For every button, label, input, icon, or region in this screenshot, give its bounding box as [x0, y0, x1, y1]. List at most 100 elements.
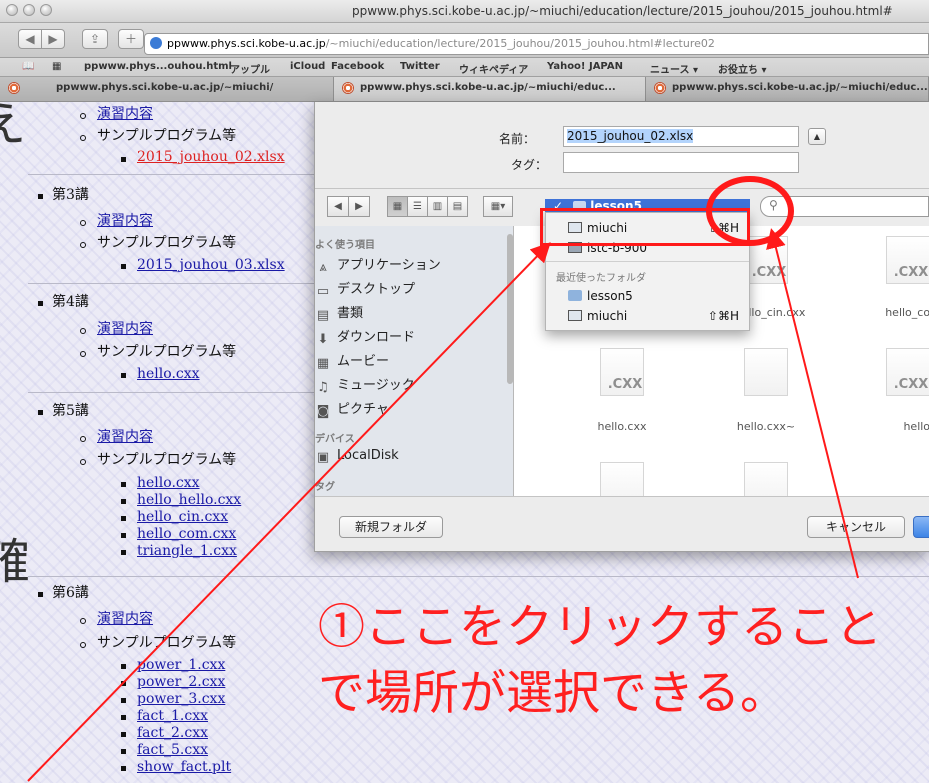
forward-button[interactable]: ▶ [41, 29, 65, 49]
file-label[interactable]: hello_com [863, 306, 929, 319]
divider [28, 174, 314, 175]
file-icon[interactable] [744, 348, 788, 396]
square-bullet [121, 749, 126, 754]
file-link[interactable]: triangle_1.cxx [137, 543, 237, 560]
annotation-text-line2: で場所が選択できる。 [318, 666, 788, 721]
column-view-button[interactable]: ▥ [427, 196, 448, 217]
divider [28, 283, 314, 284]
square-bullet [121, 533, 126, 538]
file-link[interactable]: power_1.cxx [137, 657, 225, 674]
bookmark-item[interactable]: アップル [230, 61, 270, 76]
top-sites-icon[interactable]: ▦ [52, 61, 61, 72]
circle-bullet [80, 113, 86, 119]
square-bullet [121, 499, 126, 504]
file-link[interactable]: hello_cin.cxx [137, 509, 228, 526]
circle-bullet [80, 618, 86, 624]
dialog-back-button[interactable]: ◀ [327, 196, 349, 217]
expand-dialog-button[interactable]: ▲ [808, 128, 826, 145]
divider [315, 188, 929, 189]
file-label[interactable]: hello.cxx [572, 420, 672, 433]
coverflow-view-button[interactable]: ▤ [447, 196, 468, 217]
file-icon[interactable]: .CXX [886, 236, 929, 284]
samples-label: サンプルプログラム等 [97, 235, 237, 251]
minimize-window-button[interactable] [23, 4, 35, 16]
filename-input[interactable]: 2015_jouhou_02.xlsx [563, 126, 799, 147]
bookmark-item[interactable]: iCloud [290, 61, 325, 72]
file-link[interactable]: hello_com.cxx [137, 526, 236, 543]
square-bullet [121, 715, 126, 720]
exercise-link[interactable]: 演習内容 [97, 106, 153, 123]
downloads-icon: ⬇ [317, 332, 329, 347]
file-icon[interactable] [744, 462, 788, 496]
new-folder-button[interactable]: 新規フォルダ [339, 516, 443, 538]
popup-recent-miuchi[interactable]: miuchi [568, 309, 627, 323]
dialog-forward-button[interactable]: ▶ [348, 196, 370, 217]
bookmark-item[interactable]: お役立ち ▾ [718, 61, 767, 76]
share-button[interactable]: ⇪ [82, 29, 108, 49]
bookmark-item[interactable]: Twitter [400, 61, 440, 72]
file-link[interactable]: fact_5.cxx [137, 742, 208, 759]
lecture-heading: 第4講 [52, 294, 89, 310]
tab-favicon-icon [8, 82, 20, 94]
lecture-heading: 第5講 [52, 403, 89, 419]
sidebar-item-pictures[interactable]: ◙ ピクチャ [315, 398, 389, 419]
file-link[interactable]: hello.cxx [137, 475, 200, 492]
square-bullet [121, 482, 126, 487]
bookmark-item[interactable]: ウィキペディア [459, 61, 528, 76]
file-link[interactable]: fact_1.cxx [137, 708, 208, 725]
bookmark-item[interactable]: ニュース ▾ [650, 61, 698, 76]
tab-1[interactable]: ppwww.phys.sci.kobe-u.ac.jp/~miuchi/ [0, 77, 334, 101]
sidebar-scrollbar[interactable] [507, 234, 513, 384]
list-view-button[interactable]: ☰ [407, 196, 428, 217]
sidebar-item-localdisk[interactable]: ▣ LocalDisk [315, 448, 399, 465]
arrange-button[interactable]: ▦▾ [483, 196, 513, 217]
square-bullet [121, 264, 126, 269]
sidebar-item-documents[interactable]: ▤ 書類 [315, 302, 363, 323]
tab-label: ppwww.phys.sci.kobe-u.ac.jp/~miuchi/ [56, 82, 274, 93]
sidebar-item-music[interactable]: ♫ ミュージック [315, 374, 415, 395]
cancel-button[interactable]: キャンセル [807, 516, 905, 538]
file-icon[interactable]: .CXX [886, 348, 929, 396]
sidebar-item-downloads[interactable]: ⬇ ダウンロード [315, 326, 415, 347]
home-folder-icon [568, 310, 582, 321]
sidebar-item-desktop[interactable]: ▭ デスクトップ [315, 278, 415, 299]
desktop-icon: ▭ [316, 284, 330, 299]
exercise-link[interactable]: 演習内容 [97, 611, 153, 628]
square-bullet [121, 698, 126, 703]
tag-input[interactable] [563, 152, 799, 173]
file-link[interactable]: fact_2.cxx [137, 725, 208, 742]
icon-view-button[interactable]: ▦ [387, 196, 408, 217]
file-link[interactable]: power_3.cxx [137, 691, 225, 708]
url-path: /~miuchi/education/lecture/2015_jouhou/2… [325, 37, 715, 50]
disc-bullet [38, 194, 43, 199]
file-link[interactable]: 2015_jouhou_03.xlsx [137, 257, 285, 274]
address-bar[interactable]: ppwww.phys.sci.kobe-u.ac.jp/~miuchi/educ… [144, 33, 929, 55]
file-link[interactable]: 2015_jouhou_02.xlsx [137, 149, 285, 166]
file-link[interactable]: show_fact.plt [137, 759, 231, 776]
tab-3[interactable]: ppwww.phys.sci.kobe-u.ac.jp/~miuchi/educ… [646, 77, 929, 101]
sidebar-item-applications[interactable]: ⩓ アプリケーション [315, 254, 440, 275]
zoom-window-button[interactable] [40, 4, 52, 16]
file-label[interactable]: hello2. [872, 420, 929, 433]
exercise-link[interactable]: 演習内容 [97, 213, 153, 230]
popup-recent-lesson5[interactable]: lesson5 [568, 289, 633, 303]
exercise-link[interactable]: 演習内容 [97, 429, 153, 446]
window-title: ppwww.phys.sci.kobe-u.ac.jp/~miuchi/educ… [352, 4, 893, 18]
bookmark-item[interactable]: ppwww.phys...ouhou.html [84, 61, 232, 72]
file-link[interactable]: hello_hello.cxx [137, 492, 241, 509]
tab-2[interactable]: ppwww.phys.sci.kobe-u.ac.jp/~miuchi/educ… [334, 77, 646, 101]
reading-list-icon[interactable]: 📖 [22, 61, 34, 72]
sidebar-item-movies[interactable]: ▦ ムービー [315, 350, 389, 371]
back-button[interactable]: ◀ [18, 29, 42, 49]
bookmark-item[interactable]: Yahoo! JAPAN [547, 61, 623, 72]
file-link[interactable]: hello.cxx [137, 366, 200, 383]
file-label[interactable]: hello.cxx~ [716, 420, 816, 433]
file-icon[interactable]: .CXX [600, 348, 644, 396]
file-link[interactable]: power_2.cxx [137, 674, 225, 691]
file-icon[interactable] [600, 462, 644, 496]
exercise-link[interactable]: 演習内容 [97, 321, 153, 338]
close-window-button[interactable] [6, 4, 18, 16]
bookmark-item[interactable]: Facebook [331, 61, 384, 72]
add-bookmark-button[interactable]: ＋ [118, 29, 144, 49]
save-button[interactable] [913, 516, 929, 538]
